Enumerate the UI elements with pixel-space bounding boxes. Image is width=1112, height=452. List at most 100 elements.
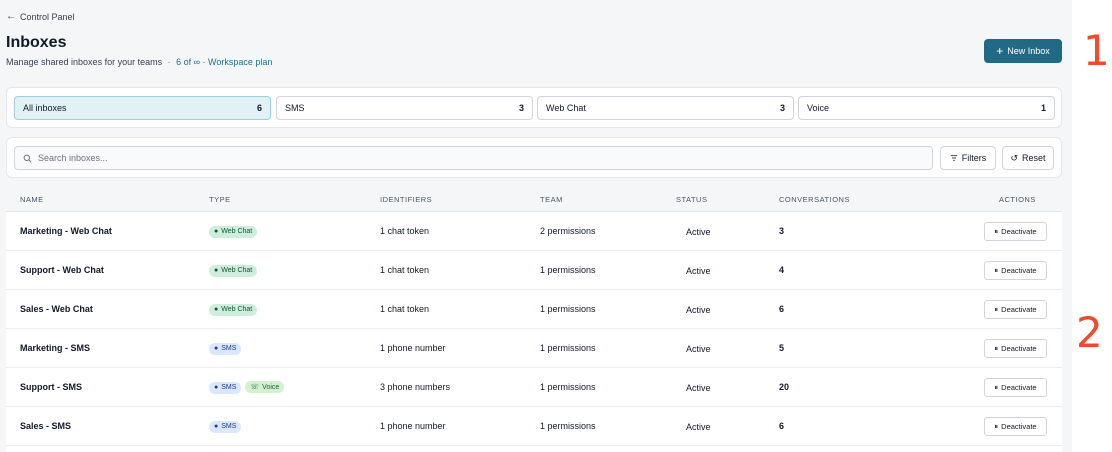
reset-label: Reset bbox=[1022, 153, 1046, 163]
table-row[interactable]: Marketing - SMS ● SMS 1 phone number 1 pe… bbox=[6, 329, 1062, 368]
column-header-actions: ACTIONS bbox=[999, 195, 1036, 204]
conversation-count: 20 bbox=[779, 382, 790, 392]
pause-icon: ⏸ bbox=[994, 226, 999, 236]
team-permissions: 1 permissions bbox=[540, 265, 596, 275]
team-permissions: 1 permissions bbox=[540, 382, 596, 392]
search-icon bbox=[23, 154, 32, 162]
conversation-count: 6 bbox=[779, 304, 785, 314]
identifiers: 3 phone numbers bbox=[380, 382, 451, 392]
team-permissions: 2 permissions bbox=[540, 226, 596, 236]
column-header-identifiers: IDENTIFIERS bbox=[380, 195, 433, 204]
back-link[interactable]: ← Control Panel bbox=[6, 11, 75, 22]
reset-button[interactable]: ↺ Reset bbox=[1002, 146, 1054, 170]
inbox-name: Support - Web Chat bbox=[20, 265, 104, 275]
type-cell: ● SMS ☏ Voice bbox=[209, 381, 288, 394]
deactivate-label: Deactivate bbox=[1001, 305, 1037, 314]
type-cell: ● Web Chat bbox=[209, 303, 261, 316]
pause-icon: ⏸ bbox=[994, 421, 999, 431]
type-cell: ● SMS bbox=[209, 342, 245, 355]
chat-bubble-icon: ● bbox=[214, 423, 219, 430]
tab-voice[interactable]: Voice 1 bbox=[798, 96, 1055, 120]
annotation-marker-2: 2 bbox=[1076, 308, 1103, 357]
filters-button[interactable]: Filters bbox=[940, 146, 996, 170]
deactivate-button[interactable]: ⏸ Deactivate bbox=[984, 300, 1047, 319]
inbox-type-tabs: All inboxes 6 SMS 3 Web Chat 3 Voice 1 bbox=[6, 87, 1062, 128]
type-badge-sms: ● SMS bbox=[209, 342, 242, 355]
deactivate-label: Deactivate bbox=[1001, 383, 1037, 392]
tab-label: All inboxes bbox=[23, 103, 67, 113]
new-inbox-label: New Inbox bbox=[1007, 46, 1050, 56]
pause-icon: ⏸ bbox=[994, 265, 999, 275]
badge-label: SMS bbox=[221, 423, 237, 430]
status-text: Active bbox=[686, 305, 711, 315]
inbox-name: Sales - Web Chat bbox=[20, 304, 93, 314]
table-row[interactable]: Support - Web Chat ● Web Chat 1 chat toke… bbox=[6, 251, 1062, 290]
inbox-name: Sales - SMS bbox=[20, 421, 72, 431]
new-inbox-button[interactable]: + New Inbox bbox=[984, 39, 1062, 63]
type-badge-web-chat: ● Web Chat bbox=[209, 303, 258, 316]
table-row[interactable]: Marketing - Web Chat ● Web Chat 1 chat to… bbox=[6, 212, 1062, 251]
chat-bubble-icon: ● bbox=[214, 345, 219, 352]
type-badge-web-chat: ● Web Chat bbox=[209, 264, 258, 277]
arrow-left-icon: ← bbox=[6, 11, 16, 22]
column-header-name: NAME bbox=[20, 195, 44, 204]
reset-icon: ↺ bbox=[1010, 152, 1019, 163]
filter-icon bbox=[950, 155, 957, 161]
deactivate-label: Deactivate bbox=[1001, 422, 1037, 431]
chat-bubble-icon: ● bbox=[214, 306, 219, 313]
table-row[interactable]: Sales - Web Chat ● Web Chat 1 chat token … bbox=[6, 290, 1062, 329]
identifiers: 1 phone number bbox=[380, 343, 446, 353]
tab-web-chat[interactable]: Web Chat 3 bbox=[537, 96, 794, 120]
deactivate-button[interactable]: ⏸ Deactivate bbox=[984, 222, 1047, 241]
search-toolbar: Filters ↺ Reset bbox=[6, 137, 1062, 178]
inboxes-table: NAME TYPE IDENTIFIERS TEAM STATUS CONVER… bbox=[6, 188, 1062, 452]
status-text: Active bbox=[686, 344, 711, 354]
table-header: NAME TYPE IDENTIFIERS TEAM STATUS CONVER… bbox=[6, 188, 1062, 212]
phone-icon: ☏ bbox=[250, 384, 260, 391]
chat-bubble-icon: ● bbox=[214, 384, 219, 391]
badge-label: Web Chat bbox=[221, 267, 253, 274]
identifiers: 1 chat token bbox=[380, 304, 430, 314]
type-badge-sms: ● SMS bbox=[209, 381, 242, 394]
conversation-count: 3 bbox=[779, 226, 785, 236]
deactivate-label: Deactivate bbox=[1001, 227, 1037, 236]
column-header-type: TYPE bbox=[209, 195, 231, 204]
tab-sms[interactable]: SMS 3 bbox=[276, 96, 533, 120]
team-permissions: 1 permissions bbox=[540, 304, 596, 314]
deactivate-label: Deactivate bbox=[1001, 344, 1037, 353]
deactivate-button[interactable]: ⏸ Deactivate bbox=[984, 378, 1047, 397]
chat-bubble-icon: ● bbox=[214, 267, 219, 274]
identifiers: 1 chat token bbox=[380, 226, 430, 236]
page-title: Inboxes bbox=[6, 34, 67, 51]
status-text: Active bbox=[686, 422, 711, 432]
column-header-status: STATUS bbox=[676, 195, 708, 204]
page-subtitle: Manage shared inboxes for your teams · 6… bbox=[6, 57, 272, 67]
pause-icon: ⏸ bbox=[994, 382, 999, 392]
annotation-marker-1: 1 bbox=[1083, 26, 1110, 75]
tab-all-inboxes[interactable]: All inboxes 6 bbox=[14, 96, 271, 120]
table-row[interactable]: Support - SMS ● SMS ☏ Voice 3 phone numbers… bbox=[6, 368, 1062, 407]
chat-bubble-icon: ● bbox=[214, 228, 219, 235]
tab-label: SMS bbox=[285, 103, 305, 113]
deactivate-button[interactable]: ⏸ Deactivate bbox=[984, 261, 1047, 280]
search-box bbox=[14, 146, 933, 170]
tab-count: 6 bbox=[256, 103, 262, 113]
subtitle-text: Manage shared inboxes for your teams bbox=[6, 57, 163, 67]
conversation-count: 5 bbox=[779, 343, 785, 353]
badge-label: SMS bbox=[221, 384, 237, 391]
status-text: Active bbox=[686, 383, 711, 393]
tab-label: Voice bbox=[807, 103, 830, 113]
inbox-name: Support - SMS bbox=[20, 382, 82, 392]
type-cell: ● Web Chat bbox=[209, 264, 261, 277]
badge-label: Web Chat bbox=[221, 228, 253, 235]
inbox-name: Marketing - Web Chat bbox=[20, 226, 112, 236]
table-row[interactable]: Sales - SMS ● SMS 1 phone number 1 permis… bbox=[6, 407, 1062, 446]
tab-count: 3 bbox=[779, 103, 785, 113]
identifiers: 1 phone number bbox=[380, 421, 446, 431]
deactivate-button[interactable]: ⏸ Deactivate bbox=[984, 417, 1047, 436]
team-permissions: 1 permissions bbox=[540, 343, 596, 353]
type-cell: ● SMS bbox=[209, 420, 245, 433]
search-input[interactable] bbox=[38, 153, 918, 163]
subtitle-separator: · bbox=[167, 57, 171, 67]
deactivate-button[interactable]: ⏸ Deactivate bbox=[984, 339, 1047, 358]
